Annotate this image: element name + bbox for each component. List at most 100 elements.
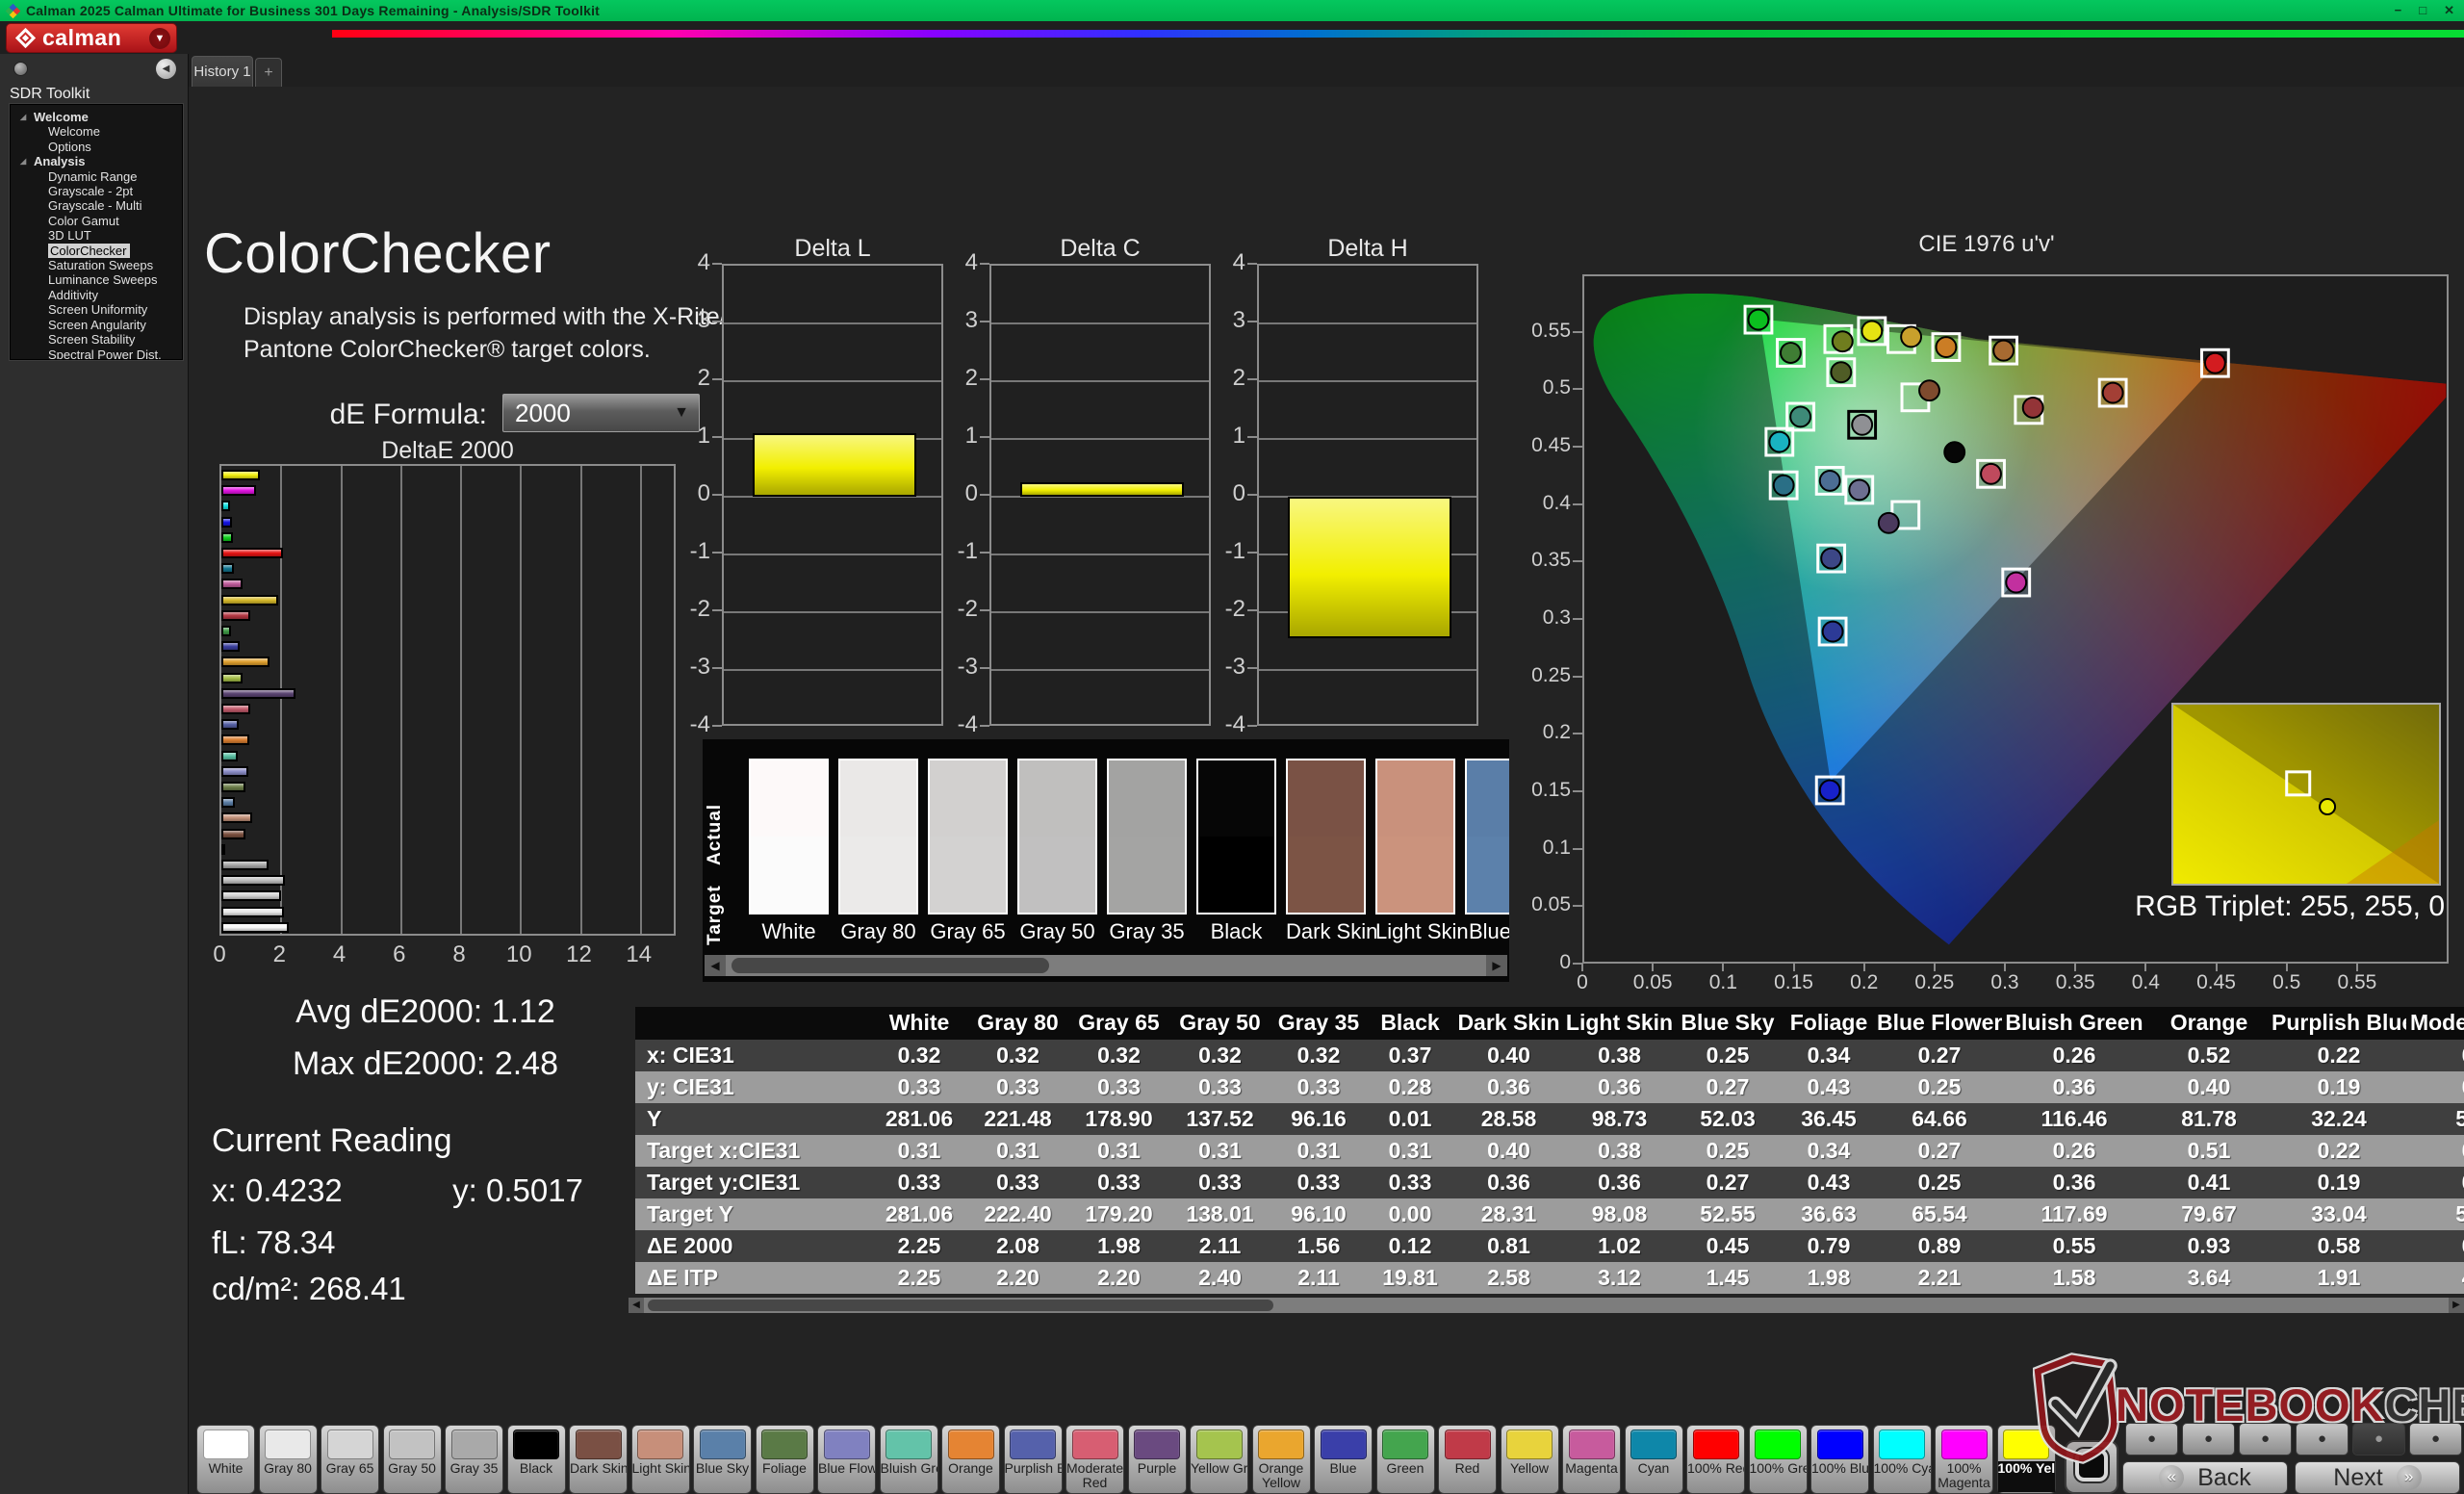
patch-button-moderate-red[interactable]: Moderate Red	[1065, 1425, 1124, 1494]
sidebar-item-options[interactable]: Options	[11, 140, 182, 154]
cie-measured-point	[1831, 362, 1851, 382]
patch-color-swatch	[1755, 1430, 1801, 1459]
patch-button-green[interactable]: Green	[1376, 1425, 1435, 1494]
sidebar-item-screen-angularity[interactable]: Screen Angularity	[11, 318, 182, 332]
delta-ytick-label: -4	[1197, 711, 1245, 738]
tab-history-1[interactable]: History 1	[192, 56, 253, 87]
close-button[interactable]: ✕	[2444, 0, 2454, 21]
sidebar-item-grayscale-multi[interactable]: Grayscale - Multi	[11, 198, 182, 213]
patch-button-gray-65[interactable]: Gray 65	[321, 1425, 379, 1494]
patch-button-orange-yellow[interactable]: Orange Yellow	[1252, 1425, 1311, 1494]
table-scrollbar-thumb[interactable]	[648, 1300, 1273, 1311]
swatch-name: Gray 65	[928, 919, 1008, 944]
cie-ytick-mark	[1573, 676, 1582, 678]
scroll-left-icon[interactable]: ◀	[629, 1298, 644, 1313]
logo-row: calman ▼	[0, 21, 2464, 54]
scroll-right-icon[interactable]: ▶	[2449, 1298, 2464, 1313]
swatch-scrollbar[interactable]: ◀▶	[705, 955, 1507, 976]
patch-button-orange[interactable]: Orange	[941, 1425, 1000, 1494]
cie-measured-point	[2205, 353, 2225, 374]
patch-button-100-magenta[interactable]: 100% Magenta	[1935, 1425, 1993, 1494]
patch-button-magenta[interactable]: Magenta	[1562, 1425, 1621, 1494]
patch-label: 100% Red	[1687, 1461, 1744, 1492]
tree-expander-icon[interactable]: ◢	[20, 154, 26, 168]
swatch-patch	[1196, 759, 1276, 914]
sidebar-item-saturation-sweeps[interactable]: Saturation Sweeps	[11, 258, 182, 272]
patch-button-dark-skin[interactable]: Dark Skin	[569, 1425, 628, 1494]
delta-ytick-label: -1	[662, 538, 710, 565]
patch-label: Black	[508, 1461, 565, 1492]
patch-label: 100% Green	[1750, 1461, 1807, 1492]
sidebar-item-screen-uniformity[interactable]: Screen Uniformity	[11, 302, 182, 317]
sidebar-item-welcome[interactable]: ◢Welcome	[11, 110, 182, 124]
sidebar-item-dynamic-range[interactable]: Dynamic Range	[11, 169, 182, 184]
cie-xtick-mark	[2074, 964, 2076, 971]
sidebar-item-screen-stability[interactable]: Screen Stability	[11, 332, 182, 347]
minimize-button[interactable]: −	[2395, 0, 2402, 21]
next-button[interactable]: Next »	[2295, 1461, 2460, 1494]
meter-toolbar-button[interactable]: ●	[2125, 1423, 2178, 1455]
sidebar-item-color-gamut[interactable]: Color Gamut	[11, 214, 182, 228]
sidebar-item-analysis[interactable]: ◢Analysis	[11, 154, 182, 168]
patch-button-gray-35[interactable]: Gray 35	[445, 1425, 503, 1494]
swatch-target	[1198, 837, 1274, 913]
maximize-button[interactable]: □	[2419, 0, 2426, 21]
meter-toolbar-button[interactable]: ●	[2239, 1423, 2292, 1455]
swatch-scrollbar-thumb[interactable]	[732, 958, 1049, 973]
patch-button-100-yellow[interactable]: 100% Yellow	[1997, 1425, 2056, 1494]
sidebar-item-grayscale-2pt[interactable]: Grayscale - 2pt	[11, 184, 182, 198]
patch-button-white[interactable]: White	[196, 1425, 255, 1494]
patch-button-red[interactable]: Red	[1438, 1425, 1497, 1494]
cie-xtick-label: 0.3	[1976, 971, 2034, 994]
sidebar-radio-button[interactable]	[13, 62, 28, 76]
scroll-left-icon[interactable]: ◀	[705, 955, 726, 976]
patch-button-bluish-green[interactable]: Bluish Green	[880, 1425, 938, 1494]
stop-measure-button[interactable]	[2065, 1440, 2118, 1494]
sidebar-collapse-button[interactable]: ◀	[156, 59, 176, 79]
calman-menu-button[interactable]: calman ▼	[6, 23, 177, 53]
sidebar-item-welcome[interactable]: Welcome	[11, 124, 182, 139]
sidebar-item-spectral-power-dist-[interactable]: Spectral Power Dist.	[11, 348, 182, 361]
meter-toolbar-button[interactable]: ●	[2182, 1423, 2235, 1455]
patch-button-100-red[interactable]: 100% Red	[1686, 1425, 1745, 1494]
delta-ytick-mark	[1247, 609, 1257, 611]
tree-expander-icon[interactable]: ◢	[20, 110, 26, 124]
table-cell: 116.46	[2002, 1103, 2146, 1135]
table-cell: 0.27	[1877, 1040, 2002, 1071]
table-cell: 19.81	[1367, 1262, 1453, 1294]
tab-add[interactable]: +	[255, 58, 282, 87]
patch-button-gray-50[interactable]: Gray 50	[383, 1425, 442, 1494]
patch-button-cyan[interactable]: Cyan	[1625, 1425, 1683, 1494]
calman-logo-text: calman	[42, 25, 149, 51]
patch-button-purplish-blue[interactable]: Purplish Blue	[1004, 1425, 1063, 1494]
patch-button-blue-sky[interactable]: Blue Sky	[693, 1425, 752, 1494]
table-cell: 0.79	[1781, 1230, 1877, 1262]
patch-button-black[interactable]: Black	[507, 1425, 566, 1494]
patch-button-yellow[interactable]: Yellow	[1501, 1425, 1559, 1494]
sidebar-item-luminance-sweeps[interactable]: Luminance Sweeps	[11, 272, 182, 287]
patch-button-100-green[interactable]: 100% Green	[1749, 1425, 1808, 1494]
cie-measured-point	[2023, 398, 2043, 418]
patch-button-foliage[interactable]: Foliage	[756, 1425, 814, 1494]
patch-button-light-skin[interactable]: Light Skin	[631, 1425, 690, 1494]
sidebar-item-3d-lut[interactable]: 3D LUT	[11, 228, 182, 243]
delta-ytick-mark	[980, 609, 989, 611]
meter-toolbar-button[interactable]: ●	[2296, 1423, 2348, 1455]
patch-button-purple[interactable]: Purple	[1128, 1425, 1187, 1494]
table-cell: 0.22	[2272, 1040, 2406, 1071]
patch-button-blue-flower[interactable]: Blue Flower	[817, 1425, 876, 1494]
back-button[interactable]: « Back	[2122, 1461, 2288, 1494]
patch-button-gray-80[interactable]: Gray 80	[259, 1425, 318, 1494]
meter-toolbar-button[interactable]: ●	[2409, 1423, 2462, 1455]
meter-toolbar-button[interactable]: ●	[2352, 1423, 2405, 1455]
patch-button-100-blue[interactable]: 100% Blue	[1810, 1425, 1869, 1494]
cie-measured-point	[1993, 341, 2014, 361]
patch-button-blue[interactable]: Blue	[1314, 1425, 1373, 1494]
delta-gridline	[991, 438, 1209, 440]
patch-button-yellow-green[interactable]: Yellow Green	[1190, 1425, 1248, 1494]
sidebar-item-additivity[interactable]: Additivity	[11, 288, 182, 302]
sidebar-item-colorchecker[interactable]: ColorChecker	[11, 244, 182, 258]
table-scrollbar[interactable]: ◀ ▶	[629, 1298, 2464, 1313]
scroll-right-icon[interactable]: ▶	[1486, 955, 1507, 976]
patch-button-100-cyan[interactable]: 100% Cyan	[1873, 1425, 1932, 1494]
